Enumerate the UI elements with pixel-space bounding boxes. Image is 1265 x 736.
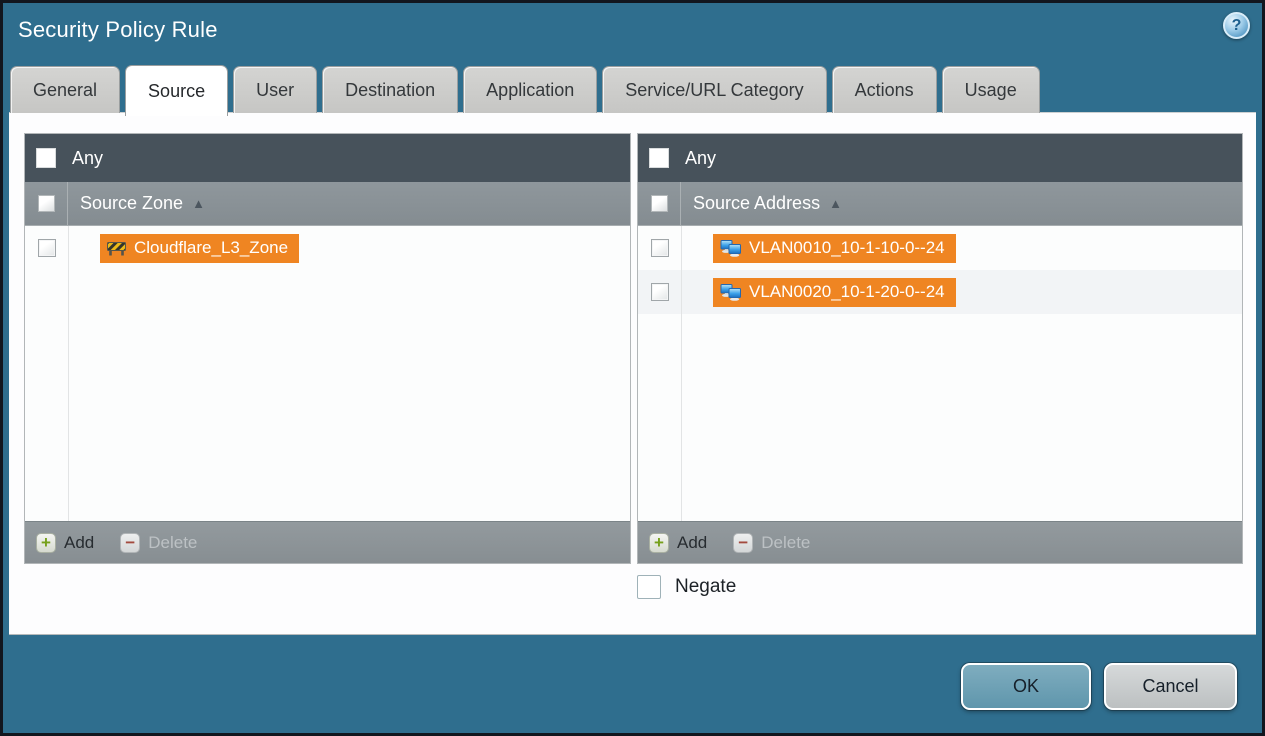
source-address-item-label: VLAN0020_10-1-20-0--24 <box>749 282 945 301</box>
source-zone-column-label: Source Zone <box>80 193 184 213</box>
delete-icon: − <box>733 532 754 553</box>
tab-usage[interactable]: Usage <box>941 66 1040 113</box>
source-address-item-label: VLAN0010_10-1-10-0--24 <box>749 238 945 257</box>
source-address-header-checkbox-cell <box>638 182 681 225</box>
source-zone-list: Cloudflare_L3_Zone <box>25 226 630 521</box>
zone-icon <box>107 241 126 255</box>
security-policy-rule-dialog: Security Policy Rule ? General Source Us… <box>0 0 1265 736</box>
source-address-toolbar: + Add − Delete <box>638 521 1242 563</box>
tab-application[interactable]: Application <box>463 66 598 113</box>
source-address-row-checkbox-2[interactable] <box>650 283 669 301</box>
source-address-column-label: Source Address <box>693 193 821 213</box>
sort-asc-icon: ▲ <box>192 196 205 211</box>
delete-button-label: Delete <box>761 532 811 552</box>
add-button-label: Add <box>677 532 708 552</box>
row-checkbox-cell <box>25 226 68 270</box>
delete-icon: − <box>120 532 141 553</box>
source-zone-column-header-row: Source Zone ▲ <box>25 182 630 226</box>
address-icon <box>720 283 741 301</box>
table-row: Cloudflare_L3_Zone <box>25 226 630 270</box>
source-zone-delete-button[interactable]: − Delete <box>120 532 198 553</box>
source-zone-panel: Any Source Zone ▲ Cloudflare_L3_Zone + A… <box>24 133 631 564</box>
table-row: VLAN0010_10-1-10-0--24 <box>638 226 1242 270</box>
tab-destination[interactable]: Destination <box>322 66 459 113</box>
ok-button[interactable]: OK <box>961 663 1091 710</box>
table-row: VLAN0020_10-1-20-0--24 <box>638 270 1242 314</box>
source-address-add-button[interactable]: + Add <box>649 532 708 553</box>
negate-control: Negate <box>637 575 736 599</box>
source-address-select-all-checkbox[interactable] <box>650 195 668 212</box>
cancel-button[interactable]: Cancel <box>1104 663 1237 710</box>
source-zone-select-all-checkbox[interactable] <box>37 195 55 212</box>
delete-button-label: Delete <box>148 532 198 552</box>
source-tab-content: Any Source Zone ▲ Cloudflare_L3_Zone + A… <box>9 112 1256 635</box>
tab-strip: General Source User Destination Applicat… <box>10 65 1040 116</box>
source-zone-any-checkbox[interactable] <box>36 148 56 168</box>
source-zone-column-header[interactable]: Source Zone ▲ <box>80 193 205 214</box>
tab-service-url-category[interactable]: Service/URL Category <box>602 66 827 113</box>
address-icon <box>720 239 741 257</box>
source-address-panel: Any Source Address ▲ VLAN0010_10-1-10-0-… <box>637 133 1243 564</box>
tab-source[interactable]: Source <box>125 65 229 116</box>
dialog-title: Security Policy Rule <box>18 17 218 42</box>
negate-label[interactable]: Negate <box>675 576 736 598</box>
source-address-column-header-row: Source Address ▲ <box>638 182 1242 226</box>
source-address-any-checkbox[interactable] <box>649 148 669 168</box>
source-zone-any-bar: Any <box>25 134 630 182</box>
source-zone-toolbar: + Add − Delete <box>25 521 630 563</box>
tab-actions[interactable]: Actions <box>831 66 937 113</box>
negate-checkbox[interactable] <box>637 575 661 599</box>
source-zone-header-checkbox-cell <box>25 182 68 225</box>
source-zone-row-checkbox[interactable] <box>37 239 56 257</box>
sort-asc-icon: ▲ <box>829 196 842 211</box>
add-button-label: Add <box>64 532 95 552</box>
source-address-item-1[interactable]: VLAN0010_10-1-10-0--24 <box>713 233 956 263</box>
source-address-delete-button[interactable]: − Delete <box>733 532 811 553</box>
tab-user[interactable]: User <box>233 66 318 113</box>
source-address-item-2[interactable]: VLAN0020_10-1-20-0--24 <box>713 277 956 307</box>
title-bar: Security Policy Rule ? <box>3 3 1262 65</box>
help-icon[interactable]: ? <box>1223 12 1250 39</box>
source-address-column-header[interactable]: Source Address ▲ <box>693 193 842 214</box>
row-checkbox-cell <box>638 226 681 270</box>
add-icon: + <box>36 532 56 553</box>
source-address-row-checkbox-1[interactable] <box>650 239 669 257</box>
add-icon: + <box>649 532 669 553</box>
source-zone-item[interactable]: Cloudflare_L3_Zone <box>100 233 300 263</box>
source-address-any-bar: Any <box>638 134 1242 182</box>
source-address-list: VLAN0010_10-1-10-0--24 VLAN0020_10-1-20-… <box>638 226 1242 521</box>
row-checkbox-cell <box>638 270 681 314</box>
source-address-any-label: Any <box>685 147 717 168</box>
source-zone-add-button[interactable]: + Add <box>36 532 95 553</box>
source-zone-item-label: Cloudflare_L3_Zone <box>134 238 289 257</box>
tab-general[interactable]: General <box>10 66 121 113</box>
source-zone-any-label: Any <box>72 147 104 168</box>
